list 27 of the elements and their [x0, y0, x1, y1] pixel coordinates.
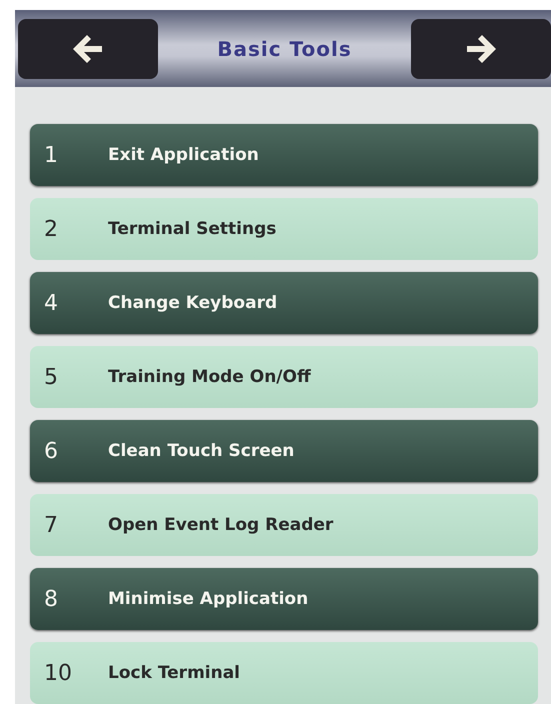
item-label: Terminal Settings	[108, 219, 276, 239]
item-number: 10	[44, 660, 73, 686]
screen-title: Basic Tools	[217, 36, 352, 60]
item-label: Minimise Application	[108, 589, 308, 609]
item-label: Change Keyboard	[108, 293, 278, 313]
item-number: 7	[44, 512, 59, 538]
menu-item[interactable]: 8 Minimise Application	[30, 568, 538, 630]
item-number: 4	[44, 290, 59, 316]
item-label: Exit Application	[108, 145, 259, 165]
item-number: 5	[44, 364, 59, 390]
back-button[interactable]	[18, 18, 158, 78]
item-number: 1	[44, 142, 59, 168]
menu-item[interactable]: 7 Open Event Log Reader	[30, 494, 538, 556]
menu-item[interactable]: 6 Clean Touch Screen	[30, 420, 538, 482]
menu-item[interactable]: 2 Terminal Settings	[30, 198, 538, 260]
item-number: 2	[44, 216, 59, 242]
item-label: Clean Touch Screen	[108, 441, 294, 461]
item-number: 6	[44, 438, 59, 464]
forward-button[interactable]	[410, 18, 551, 78]
item-number: 8	[44, 586, 59, 612]
item-label: Open Event Log Reader	[108, 515, 334, 535]
item-label: Training Mode On/Off	[108, 367, 311, 387]
menu-item[interactable]: 4 Change Keyboard	[30, 272, 538, 334]
item-label: Lock Terminal	[108, 663, 240, 683]
menu-item[interactable]: 10 Lock Terminal	[30, 642, 538, 704]
menu-item[interactable]: 5 Training Mode On/Off	[30, 346, 538, 408]
menu-item[interactable]: 1 Exit Application	[30, 124, 538, 186]
